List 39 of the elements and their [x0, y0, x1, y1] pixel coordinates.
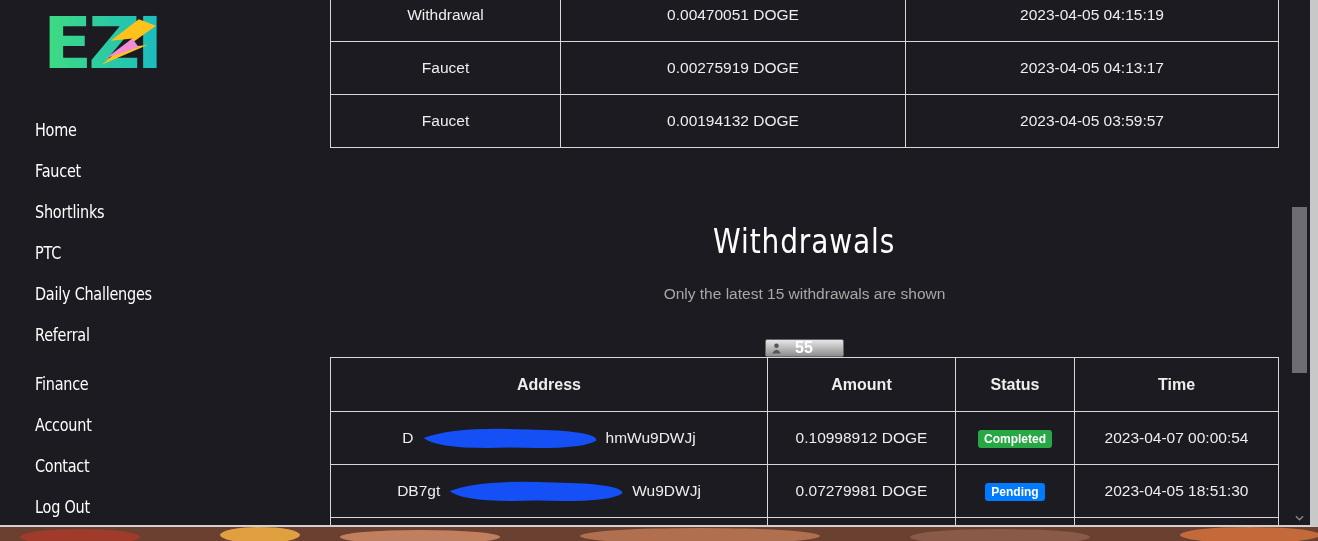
table-cell: 2023-04-07 00:00:54	[1074, 411, 1279, 465]
nav-link[interactable]: Log Out	[35, 496, 90, 525]
address-text: DB7gt	[397, 482, 441, 500]
table-cell: Withdrawal	[330, 0, 561, 42]
table-cell: 2023-04-05 18:51:30	[1074, 464, 1279, 518]
section-title: Withdrawals	[713, 222, 896, 261]
table-cell: 0.00275919 DOGE	[560, 41, 906, 95]
status-badge: Completed	[978, 430, 1052, 448]
table-cell: 0.10998912 DOGE	[767, 411, 956, 465]
nav-link[interactable]: Shortlinks	[35, 201, 105, 242]
scrollbar-thumb[interactable]	[1292, 207, 1307, 373]
chevron-down-icon[interactable]	[1295, 515, 1304, 521]
nav-link[interactable]: Account	[35, 414, 92, 455]
nav-link[interactable]: Home	[35, 119, 77, 160]
table-cell: 2023-04-05 03:59:57	[905, 94, 1279, 148]
counter-value: 55	[795, 339, 813, 357]
column-header: Status	[955, 357, 1075, 412]
table-cell: 0.00470051 DOGE	[560, 0, 906, 42]
address-text: hmWu9DWJj	[605, 429, 696, 447]
table-cell: 0.07279981 DOGE	[767, 464, 956, 518]
column-header: Amount	[767, 357, 956, 412]
table-cell: 0.00194132 DOGE	[560, 94, 906, 148]
nav-link[interactable]: Daily Challenges	[35, 283, 152, 324]
table-cell: Faucet	[330, 41, 561, 95]
nav-link[interactable]: PTC	[35, 242, 62, 283]
table-cell: 2023-04-05 04:13:17	[905, 41, 1279, 95]
nav-link[interactable]: Faucet	[35, 160, 81, 201]
nav-link[interactable]: Contact	[35, 455, 90, 496]
nav-link[interactable]: Referral	[35, 324, 90, 365]
column-header: Address	[330, 357, 768, 412]
status-badge: Pending	[985, 483, 1045, 501]
user-icon	[772, 342, 781, 354]
table-cell: Faucet	[330, 94, 561, 148]
section-subtitle: Only the latest 15 withdrawals are shown	[663, 285, 946, 303]
address-text: Wu9DWJj	[632, 482, 701, 500]
table-cell: 2023-04-05 04:15:19	[905, 0, 1279, 42]
column-header: Time	[1074, 357, 1279, 412]
nav-link[interactable]: Finance	[35, 373, 89, 414]
address-text: D	[402, 429, 414, 447]
